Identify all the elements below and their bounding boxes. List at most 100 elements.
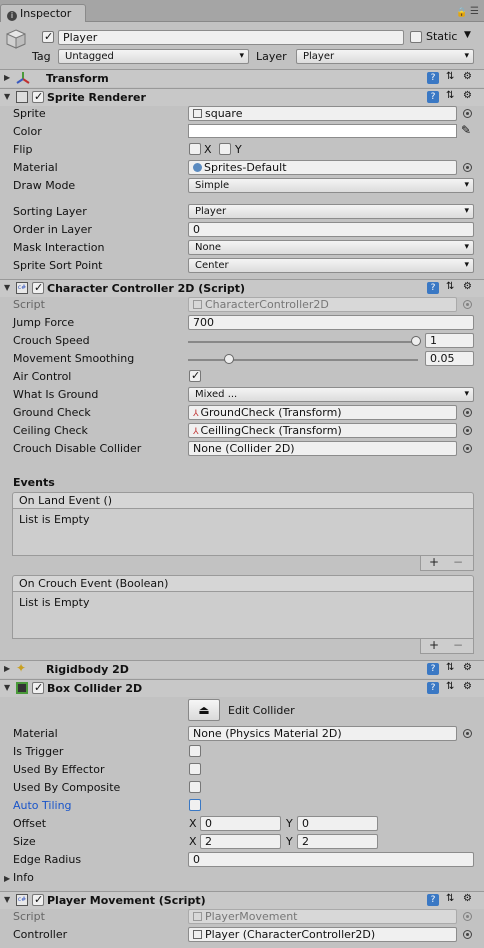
object-picker-icon[interactable] [463,426,472,435]
gear-icon[interactable]: ⚙ [463,681,472,692]
help-icon[interactable]: ? [427,663,439,675]
edge-radius-field[interactable]: 0 [188,852,474,867]
box-collider-icon [16,682,28,694]
mask-interaction-dropdown[interactable]: None [188,240,474,255]
gear-icon[interactable]: ⚙ [463,281,472,292]
transform-header[interactable]: ▶ Transform ? ⇅ ⚙ [0,69,484,87]
crouch-speed-slider-thumb[interactable] [411,336,421,346]
preset-icon[interactable]: ⇅ [446,893,454,904]
object-picker-icon[interactable] [463,729,472,738]
object-picker-icon[interactable] [463,109,472,118]
object-picker-icon[interactable] [463,408,472,417]
tab-inspector[interactable]: i Inspector [0,4,86,22]
mask-interaction-label: Mask Interaction [13,241,105,254]
jump-force-field[interactable]: 700 [188,315,474,330]
sprite-renderer-header[interactable]: ▼ Sprite Renderer ? ⇅ ⚙ [0,88,484,106]
help-icon[interactable]: ? [427,91,439,103]
crouch-speed-slider[interactable] [188,341,418,343]
menu-icon[interactable]: ☰ [470,6,479,17]
preset-icon[interactable]: ⇅ [446,662,454,673]
what-is-ground-dropdown[interactable]: Mixed ... [188,387,474,402]
crouch-speed-field[interactable]: 1 [425,333,474,348]
box-collider-header[interactable]: ▼ Box Collider 2D ? ⇅ ⚙ [0,679,484,697]
layer-dropdown[interactable]: Player [296,49,474,64]
active-checkbox[interactable] [42,30,54,43]
used-by-effector-checkbox[interactable] [189,763,201,775]
info-icon: i [7,11,17,21]
size-y-label: Y [286,835,293,848]
object-picker-icon[interactable] [463,444,472,453]
offset-x-field[interactable]: 0 [200,816,281,831]
name-field[interactable]: Player [58,30,404,45]
offset-y-field[interactable]: 0 [297,816,378,831]
ceiling-check-field[interactable]: ⅄ CeillingCheck (Transform) [188,423,457,438]
size-y-field[interactable]: 2 [297,834,378,849]
fold-right-icon[interactable]: ▶ [4,664,10,673]
fold-down-icon[interactable]: ▼ [4,283,10,292]
box-collider-enabled-checkbox[interactable] [32,681,44,694]
lock-icon[interactable]: 🔒 [456,8,467,18]
static-dropdown-icon[interactable]: ▼ [464,30,471,40]
crouch-disable-collider-label: Crouch Disable Collider [13,442,142,455]
preset-icon[interactable]: ⇅ [446,281,454,292]
edit-collider-button[interactable]: ⏏ [188,699,220,721]
material-field[interactable]: Sprites-Default [188,160,457,175]
script-asset-icon [193,300,202,309]
size-x-field[interactable]: 2 [200,834,281,849]
fold-right-icon[interactable]: ▶ [4,73,10,82]
color-swatch[interactable] [188,124,457,138]
add-icon[interactable]: + [429,638,439,652]
controller-field[interactable]: Player (CharacterController2D) [188,927,457,942]
remove-icon[interactable]: − [453,555,463,569]
draw-mode-dropdown[interactable]: Simple [188,178,474,193]
order-in-layer-field[interactable]: 0 [188,222,474,237]
add-icon[interactable]: + [429,555,439,569]
remove-icon[interactable]: − [453,638,463,652]
flip-x-checkbox[interactable] [189,143,201,155]
sprite-renderer-enabled-checkbox[interactable] [32,90,44,103]
character-controller-header[interactable]: ▼ c# Character Controller 2D (Script) ? … [0,279,484,297]
object-picker-icon[interactable] [463,930,472,939]
help-icon[interactable]: ? [427,682,439,694]
fold-down-icon[interactable]: ▼ [4,92,10,101]
flip-y-checkbox[interactable] [219,143,231,155]
info-fold-icon[interactable]: ▶ [4,874,10,883]
info-label[interactable]: Info [13,871,34,884]
used-by-composite-checkbox[interactable] [189,781,201,793]
tag-dropdown[interactable]: Untagged [58,49,249,64]
help-icon[interactable]: ? [427,894,439,906]
object-picker-icon[interactable] [463,163,472,172]
static-checkbox[interactable] [410,31,422,43]
character-controller-enabled-checkbox[interactable] [32,281,44,294]
movement-smoothing-field[interactable]: 0.05 [425,351,474,366]
sorting-layer-dropdown[interactable]: Player [188,204,474,219]
fold-down-icon[interactable]: ▼ [4,895,10,904]
movement-smoothing-slider[interactable] [188,359,418,361]
movement-smoothing-slider-thumb[interactable] [224,354,234,364]
player-movement-enabled-checkbox[interactable] [32,893,44,906]
player-movement-header[interactable]: ▼ c# Player Movement (Script) ? ⇅ ⚙ [0,891,484,909]
fold-down-icon[interactable]: ▼ [4,683,10,692]
help-icon[interactable]: ? [427,282,439,294]
order-in-layer-label: Order in Layer [13,223,92,236]
air-control-checkbox[interactable] [189,369,201,382]
gear-icon[interactable]: ⚙ [463,71,472,82]
collider-material-field[interactable]: None (Physics Material 2D) [188,726,457,741]
ceiling-check-label: Ceiling Check [13,424,88,437]
is-trigger-checkbox[interactable] [189,745,201,757]
crouch-disable-collider-field[interactable]: None (Collider 2D) [188,441,457,456]
sprite-sort-point-dropdown[interactable]: Center [188,258,474,273]
eyedropper-icon[interactable]: ✎ [461,123,471,137]
preset-icon[interactable]: ⇅ [446,90,454,101]
preset-icon[interactable]: ⇅ [446,681,454,692]
rigidbody-header[interactable]: ▶ ✦ Rigidbody 2D ? ⇅ ⚙ [0,660,484,678]
object-picker-icon [463,300,472,309]
sprite-field[interactable]: square [188,106,457,121]
preset-icon[interactable]: ⇅ [446,71,454,82]
gear-icon[interactable]: ⚙ [463,662,472,673]
ground-check-field[interactable]: ⅄ GroundCheck (Transform) [188,405,457,420]
gear-icon[interactable]: ⚙ [463,90,472,101]
auto-tiling-checkbox[interactable] [189,799,201,811]
gear-icon[interactable]: ⚙ [463,893,472,904]
help-icon[interactable]: ? [427,72,439,84]
